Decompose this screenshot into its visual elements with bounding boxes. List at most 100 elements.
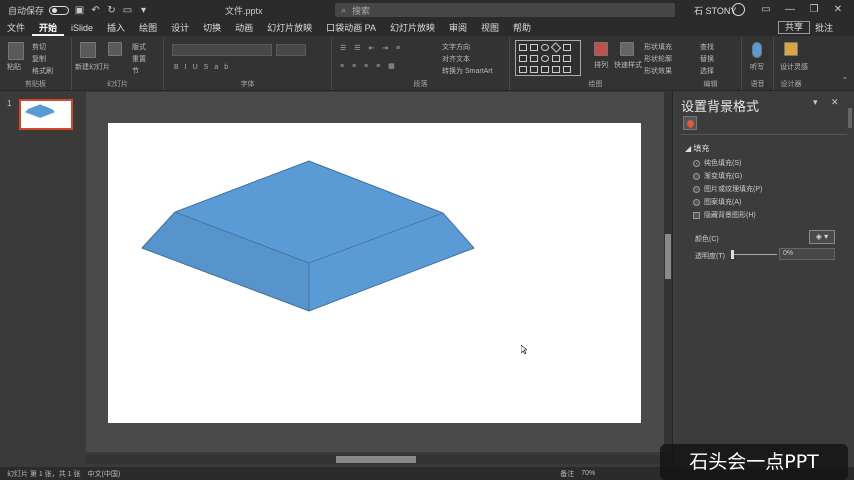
close-pane-icon[interactable]: ✕ <box>831 97 839 108</box>
shape-effects-button[interactable]: 形状效果 <box>644 66 672 76</box>
zoom-level[interactable]: 70% <box>581 470 595 477</box>
rectangle-shape-icon[interactable] <box>519 44 527 51</box>
font-size-select[interactable] <box>276 44 306 56</box>
oval-shape-icon[interactable] <box>541 44 549 51</box>
copy-button[interactable]: 复制 <box>32 54 46 64</box>
cut-button[interactable]: 剪切 <box>32 42 46 52</box>
microphone-icon[interactable] <box>752 42 762 58</box>
text-direction-button[interactable]: 文字方向 <box>442 42 470 52</box>
select-button[interactable]: 选择 <box>700 66 714 76</box>
line-shape-icon[interactable] <box>519 55 527 62</box>
present-icon[interactable]: ▭ <box>122 5 133 16</box>
textbox-shape-icon[interactable] <box>563 44 571 51</box>
close-button[interactable]: ✕ <box>826 2 850 18</box>
design-ideas-icon[interactable] <box>784 42 798 56</box>
arrow-shape-icon[interactable] <box>519 66 527 73</box>
pane-scrollbar[interactable] <box>848 108 852 128</box>
slide-thumbnail[interactable] <box>19 99 73 130</box>
tab-review[interactable]: 审阅 <box>442 20 474 36</box>
quick-styles-icon[interactable] <box>620 42 634 56</box>
smartart-button[interactable]: 转换为 SmartArt <box>442 66 493 76</box>
replace-button[interactable]: 替换 <box>700 54 714 64</box>
fill-section-header[interactable]: ◢ 填充 <box>685 143 709 154</box>
arrow-shape-icon[interactable] <box>530 66 538 73</box>
redo-icon[interactable]: ↻ <box>106 5 117 16</box>
radio-pattern-fill[interactable] <box>693 198 700 206</box>
tab-insert[interactable]: 插入 <box>100 20 132 36</box>
radio-solid-fill[interactable] <box>693 159 700 167</box>
design-ideas-label[interactable]: 设计灵感 <box>780 62 808 72</box>
tab-design[interactable]: 设计 <box>164 20 196 36</box>
share-button[interactable]: 共享 <box>778 21 810 34</box>
shape-outline-button[interactable]: 形状轮廓 <box>644 54 672 64</box>
picture-fill-option[interactable]: 图片或纹理填充(P) <box>693 184 762 194</box>
tab-view[interactable]: 视图 <box>474 20 506 36</box>
undo-icon[interactable]: ↶ <box>90 5 101 16</box>
radio-picture-fill[interactable] <box>693 185 700 193</box>
align-text-button[interactable]: 对齐文本 <box>442 54 470 64</box>
rectangle-shape-icon[interactable] <box>530 55 538 62</box>
pattern-fill-option[interactable]: 图案填充(A) <box>693 197 741 207</box>
shape-fill-button[interactable]: 形状填充 <box>644 42 672 52</box>
pane-options-icon[interactable]: ▾ <box>813 97 818 108</box>
tab-file[interactable]: 文件 <box>0 20 32 36</box>
oval-shape-icon[interactable] <box>541 55 549 62</box>
font-name-select[interactable] <box>172 44 272 56</box>
restore-button[interactable]: ❐ <box>802 2 826 18</box>
paint-bucket-icon[interactable] <box>683 116 697 130</box>
tab-transitions[interactable]: 切换 <box>196 20 228 36</box>
transparency-slider[interactable] <box>731 250 734 259</box>
shapes-gallery[interactable] <box>515 40 581 76</box>
find-button[interactable]: 查找 <box>700 42 714 52</box>
solid-fill-option[interactable]: 纯色填充(S) <box>693 158 741 168</box>
transparency-slider-track[interactable] <box>733 254 777 255</box>
rectangle-shape-icon[interactable] <box>552 55 560 62</box>
hide-bg-graphics-option[interactable]: 隐藏背景图形(H) <box>693 210 756 220</box>
new-slide-icon[interactable] <box>80 42 96 58</box>
tab-animations[interactable]: 动画 <box>228 20 260 36</box>
vertical-scroll-thumb[interactable] <box>665 234 671 279</box>
paste-label[interactable]: 粘贴 <box>7 62 21 72</box>
minimize-button[interactable]: — <box>778 2 802 18</box>
save-icon[interactable]: ▣ <box>74 5 85 16</box>
user-name[interactable]: 石 STONY <box>694 4 736 17</box>
arrow-shape-icon[interactable] <box>541 66 549 73</box>
format-painter-button[interactable]: 格式刷 <box>32 66 53 76</box>
triangle-shape-icon[interactable] <box>563 55 571 62</box>
list-buttons[interactable]: ☰ ☰ ⇤ ⇥ ≡ <box>340 44 403 52</box>
tab-draw[interactable]: 绘图 <box>132 20 164 36</box>
diamond-shape-icon[interactable] <box>550 42 562 53</box>
tab-home[interactable]: 开始 <box>32 20 65 36</box>
reset-button[interactable]: 重置 <box>132 54 146 64</box>
paste-icon[interactable] <box>8 42 24 60</box>
customize-quick-access-icon[interactable]: ▾ <box>138 5 149 16</box>
comments-button[interactable]: 批注 <box>815 21 833 34</box>
horizontal-scroll-thumb[interactable] <box>336 456 416 463</box>
horizontal-scrollbar[interactable] <box>86 455 664 464</box>
collapse-ribbon-icon[interactable]: ⌃ <box>842 76 848 84</box>
radio-gradient-fill[interactable] <box>693 172 700 180</box>
gradient-fill-option[interactable]: 渐变填充(G) <box>693 171 742 181</box>
language-indicator[interactable]: 中文(中国) <box>88 469 121 479</box>
avatar[interactable] <box>732 3 745 16</box>
transparency-input[interactable]: 0% <box>779 248 835 260</box>
autosave-toggle[interactable] <box>49 5 70 15</box>
reuse-slides-icon[interactable] <box>108 42 122 56</box>
tab-slideshow-2[interactable]: 幻灯片放映 <box>383 20 442 36</box>
slide[interactable] <box>108 123 641 423</box>
quick-styles-label[interactable]: 快速样式 <box>614 60 642 70</box>
arrange-label[interactable]: 排列 <box>594 60 608 70</box>
section-button[interactable]: 节 <box>132 66 139 76</box>
hide-bg-graphics-checkbox[interactable] <box>693 211 700 219</box>
vertical-scrollbar[interactable] <box>664 92 672 447</box>
tab-islide[interactable]: iSlide <box>64 20 100 36</box>
search-input[interactable]: ⌕ 搜索 <box>335 3 675 17</box>
tab-help[interactable]: 帮助 <box>506 20 538 36</box>
bevel-shape[interactable] <box>108 123 641 423</box>
ribbon-display-icon[interactable]: ▭ <box>754 2 778 18</box>
notes-button[interactable]: 备注 <box>560 469 574 479</box>
font-style-buttons[interactable]: BIUSab <box>174 64 234 71</box>
arrange-icon[interactable] <box>594 42 608 56</box>
brace-shape-icon[interactable] <box>552 66 560 73</box>
tab-pocket-animation[interactable]: 口袋动画 PA <box>319 20 383 36</box>
